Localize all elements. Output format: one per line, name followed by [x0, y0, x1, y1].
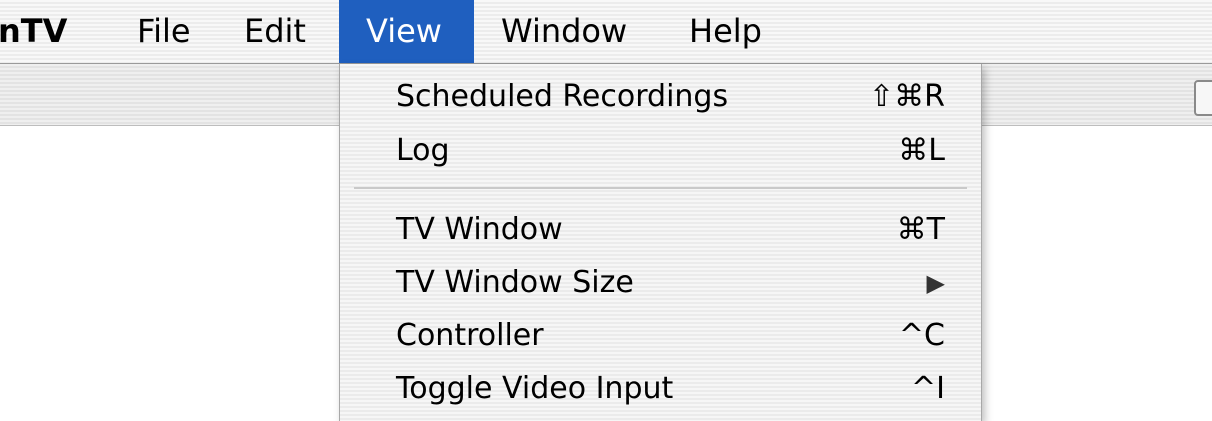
view-menu-dropdown: Scheduled Recordings ⇧⌘R Log ⌘L TV Windo…	[339, 64, 982, 421]
menu-item-label: Toggle Video Input	[396, 371, 674, 406]
shortcut-label: ⌘T	[896, 212, 945, 247]
menubar-view[interactable]: View	[339, 0, 474, 63]
menu-item-tv-window-size[interactable]: TV Window Size ▶	[340, 260, 981, 306]
menu-item-label: TV Window Size	[396, 265, 634, 300]
menu-item-label: TV Window	[396, 212, 563, 247]
menu-bar: nTV File Edit View Window Help	[0, 0, 1212, 64]
menu-item-log[interactable]: Log ⌘L	[340, 128, 981, 174]
submenu-arrow-icon: ▶	[926, 269, 945, 297]
shortcut-label: ⌘L	[898, 133, 945, 168]
menu-separator	[354, 187, 967, 189]
menu-item-label: Log	[396, 133, 450, 168]
shortcut-label: ⇧⌘R	[869, 79, 945, 114]
menubar-file[interactable]: File	[110, 0, 218, 63]
menu-item-scheduled-recordings[interactable]: Scheduled Recordings ⇧⌘R	[340, 74, 981, 120]
menubar-app-name[interactable]: nTV	[0, 0, 67, 63]
shortcut-label: ^I	[911, 371, 945, 406]
menu-item-tv-window[interactable]: TV Window ⌘T	[340, 207, 981, 253]
document-icon[interactable]	[1194, 80, 1212, 116]
menubar-edit[interactable]: Edit	[217, 0, 333, 63]
menu-item-controller[interactable]: Controller ^C	[340, 313, 981, 359]
menubar-help[interactable]: Help	[662, 0, 789, 63]
menu-item-toggle-video-input[interactable]: Toggle Video Input ^I	[340, 366, 981, 412]
menubar-window[interactable]: Window	[474, 0, 654, 63]
menu-item-label: Scheduled Recordings	[396, 79, 729, 114]
menu-item-label: Controller	[396, 318, 544, 353]
shortcut-label: ^C	[898, 318, 945, 353]
